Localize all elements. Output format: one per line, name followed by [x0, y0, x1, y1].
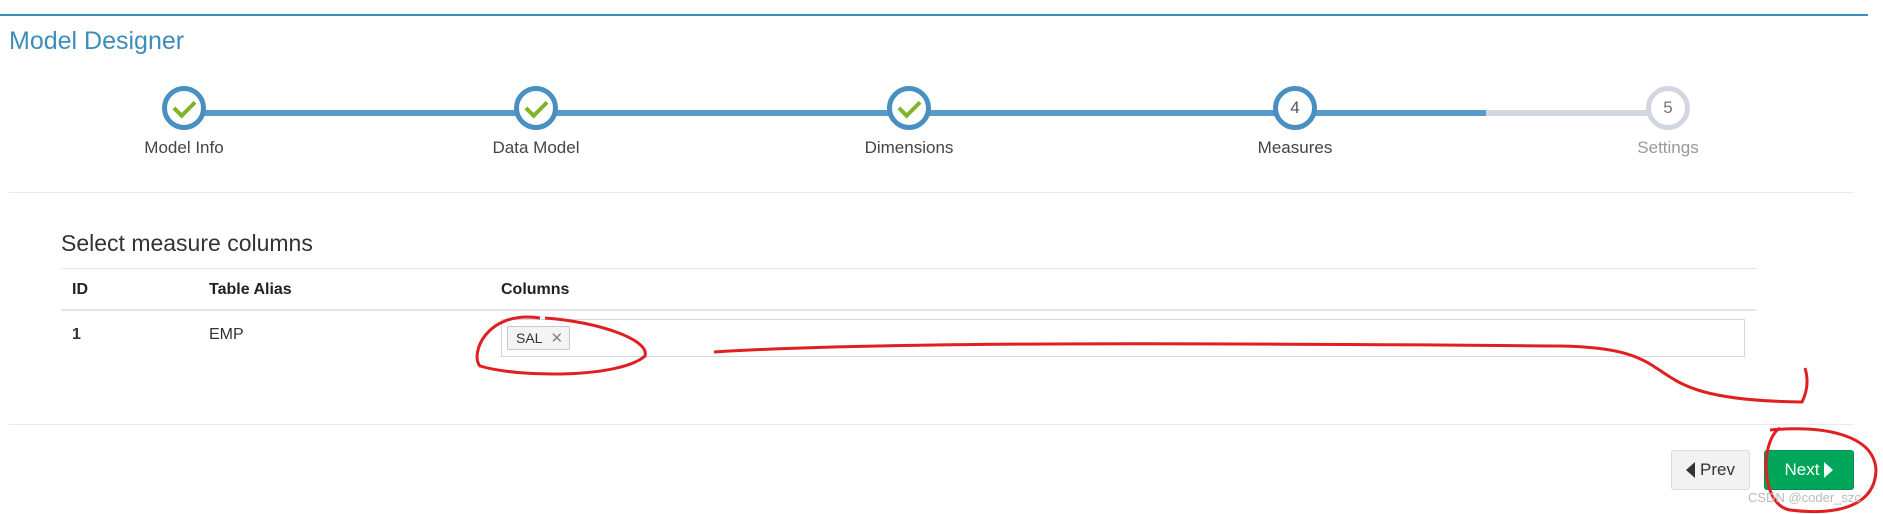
step-label: Settings [1637, 138, 1699, 157]
section-title: Select measure columns [61, 230, 313, 256]
step-settings[interactable]: 5 Settings [1593, 86, 1743, 158]
step-measures[interactable]: 4 Measures [1220, 86, 1370, 158]
step-label: Dimensions [864, 138, 954, 157]
step-data-model[interactable]: Data Model [461, 86, 611, 158]
arrow-right-icon [1824, 462, 1834, 478]
wizard-steps: Model Info Data Model Dimensions 4 Measu… [0, 86, 1883, 176]
column-tag: SAL ✕ [507, 326, 571, 350]
prev-button[interactable]: Prev [1671, 450, 1750, 490]
check-icon [171, 93, 197, 119]
column-header-table-alias: Table Alias [198, 268, 490, 311]
divider [9, 424, 1854, 425]
step-circle [514, 86, 558, 130]
check-icon [896, 93, 922, 119]
watermark: CSDN @coder_szc [1748, 490, 1861, 505]
column-header-id: ID [61, 268, 198, 311]
top-border [0, 14, 1868, 16]
next-button-label: Next [1784, 460, 1820, 479]
step-circle: 4 [1273, 86, 1317, 130]
measure-columns-select[interactable]: SAL ✕ [501, 319, 1745, 357]
column-tag-label: SAL [516, 330, 543, 346]
prev-button-label: Prev [1700, 460, 1735, 479]
table-row: 1 EMP SAL ✕ [61, 310, 1756, 373]
cell-table-alias: EMP [209, 326, 244, 343]
step-label: Model Info [144, 138, 224, 157]
step-circle: 5 [1646, 86, 1690, 130]
page-title: Model Designer [9, 27, 185, 55]
step-circle [162, 86, 206, 130]
column-header-columns: Columns [490, 268, 1756, 311]
check-icon [523, 93, 549, 119]
step-label: Data Model [492, 138, 580, 157]
red-annotation-overlay [475, 315, 1878, 514]
table-header-row: ID Table Alias Columns [61, 268, 1756, 311]
arrow-left-icon [1686, 462, 1696, 478]
cell-id: 1 [72, 326, 81, 343]
step-label: Measures [1257, 138, 1333, 157]
step-dimensions[interactable]: Dimensions [834, 86, 984, 158]
measures-table: ID Table Alias Columns 1 EMP SAL ✕ [61, 268, 1756, 373]
next-button[interactable]: Next [1764, 450, 1854, 490]
divider [9, 192, 1854, 193]
step-model-info[interactable]: Model Info [109, 86, 259, 158]
cell-columns: SAL ✕ [490, 310, 1756, 373]
remove-tag-icon[interactable]: ✕ [550, 329, 563, 347]
step-circle [887, 86, 931, 130]
